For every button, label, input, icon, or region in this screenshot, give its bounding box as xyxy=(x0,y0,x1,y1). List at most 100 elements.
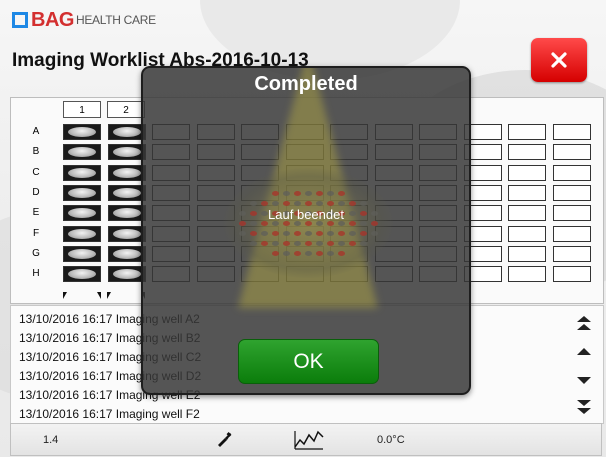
well-C2[interactable] xyxy=(107,164,146,181)
close-icon xyxy=(551,52,567,68)
well-image-icon xyxy=(68,147,96,158)
dish-dot xyxy=(305,231,312,236)
dish-dot xyxy=(283,251,290,256)
well-D1[interactable] xyxy=(63,184,101,201)
well-H11[interactable] xyxy=(508,266,546,283)
well-image-icon xyxy=(112,187,141,198)
temperature-chart-icon[interactable] xyxy=(294,428,324,450)
column-marker-icon xyxy=(107,292,145,299)
close-button[interactable] xyxy=(531,38,587,82)
dish-dot xyxy=(360,231,367,236)
double-chevron-up-icon xyxy=(577,316,591,330)
ok-button[interactable]: OK xyxy=(238,339,379,384)
dish-dot xyxy=(338,191,345,196)
well-D11[interactable] xyxy=(508,184,546,201)
well-B1[interactable] xyxy=(63,144,101,161)
dish-dot xyxy=(349,231,356,236)
dish-dot xyxy=(294,231,301,236)
well-A2[interactable] xyxy=(107,124,146,140)
row-label: B xyxy=(32,146,40,158)
well-G12[interactable] xyxy=(552,245,591,262)
dish-dot xyxy=(250,231,257,236)
well-image-icon xyxy=(68,167,96,178)
well-A11[interactable] xyxy=(508,124,546,140)
dish-dot xyxy=(272,191,279,196)
well-image-icon xyxy=(112,127,141,137)
dish-dot xyxy=(316,251,323,256)
dish-dot xyxy=(261,231,268,236)
completion-dialog: Completed Lauf beendet OK xyxy=(141,66,471,395)
dish-dot xyxy=(349,241,356,246)
tool-icon[interactable] xyxy=(218,432,232,448)
well-G1[interactable] xyxy=(63,245,101,262)
well-A12[interactable] xyxy=(552,124,591,140)
dish-dot xyxy=(294,201,301,206)
well-B11[interactable] xyxy=(508,144,546,161)
scroll-bottom-button[interactable] xyxy=(571,396,597,416)
well-image-icon xyxy=(112,167,141,178)
well-C1[interactable] xyxy=(63,164,101,181)
well-D12[interactable] xyxy=(552,184,591,201)
well-F12[interactable] xyxy=(552,225,591,242)
well-B2[interactable] xyxy=(107,144,146,161)
scroll-up-button[interactable] xyxy=(571,342,597,362)
dish-dot xyxy=(327,251,334,256)
well-H2[interactable] xyxy=(107,266,146,283)
scroll-down-button[interactable] xyxy=(571,370,597,390)
row-label: H xyxy=(32,268,40,280)
well-A1[interactable] xyxy=(63,124,101,140)
row-label: E xyxy=(32,207,40,219)
well-E11[interactable] xyxy=(508,205,546,222)
well-E12[interactable] xyxy=(552,205,591,222)
dish-dot xyxy=(360,241,367,246)
dish-dot xyxy=(294,191,301,196)
dish-dot xyxy=(327,241,334,246)
well-H1[interactable] xyxy=(63,266,101,283)
well-image-icon xyxy=(68,208,96,219)
well-G2[interactable] xyxy=(107,245,146,262)
column-label: 2 xyxy=(107,101,145,118)
dish-dot xyxy=(316,231,323,236)
chevron-down-icon xyxy=(577,377,591,384)
dish-dot xyxy=(338,241,345,246)
dish-dot xyxy=(250,201,257,206)
dish-dot xyxy=(261,241,268,246)
well-C11[interactable] xyxy=(508,164,546,181)
dish-dot xyxy=(305,201,312,206)
dish-dot xyxy=(327,231,334,236)
well-F1[interactable] xyxy=(63,225,101,242)
well-image-icon xyxy=(112,228,141,239)
well-image-icon xyxy=(68,269,96,280)
dish-dot xyxy=(272,201,279,206)
well-image-icon xyxy=(68,187,96,198)
dish-dot xyxy=(294,251,301,256)
well-D2[interactable] xyxy=(107,184,146,201)
well-E2[interactable] xyxy=(107,205,146,222)
well-C12[interactable] xyxy=(552,164,591,181)
well-image-icon xyxy=(112,269,141,280)
dish-dot xyxy=(261,201,268,206)
dish-dot xyxy=(283,241,290,246)
temperature-readout: 0.0°C xyxy=(377,434,405,446)
scroll-top-button[interactable] xyxy=(571,314,597,334)
dish-dot xyxy=(305,191,312,196)
well-H12[interactable] xyxy=(552,266,591,283)
well-G11[interactable] xyxy=(508,245,546,262)
dish-dot xyxy=(272,241,279,246)
well-F2[interactable] xyxy=(107,225,146,242)
dish-dot xyxy=(283,201,290,206)
dish-dot xyxy=(283,231,290,236)
row-label: A xyxy=(32,126,40,137)
dish-dot xyxy=(316,191,323,196)
dish-dot xyxy=(338,231,345,236)
brand-name: BAG xyxy=(31,8,74,31)
row-label: C xyxy=(32,166,40,178)
logo-square-icon xyxy=(12,12,28,28)
well-B12[interactable] xyxy=(552,144,591,161)
brand-logo: BAG HEALTH CARE xyxy=(12,9,156,31)
well-image-icon xyxy=(68,127,96,137)
version-label: 1.4 xyxy=(43,434,59,446)
well-E1[interactable] xyxy=(63,205,101,222)
well-F11[interactable] xyxy=(508,225,546,242)
dish-dot xyxy=(305,241,312,246)
